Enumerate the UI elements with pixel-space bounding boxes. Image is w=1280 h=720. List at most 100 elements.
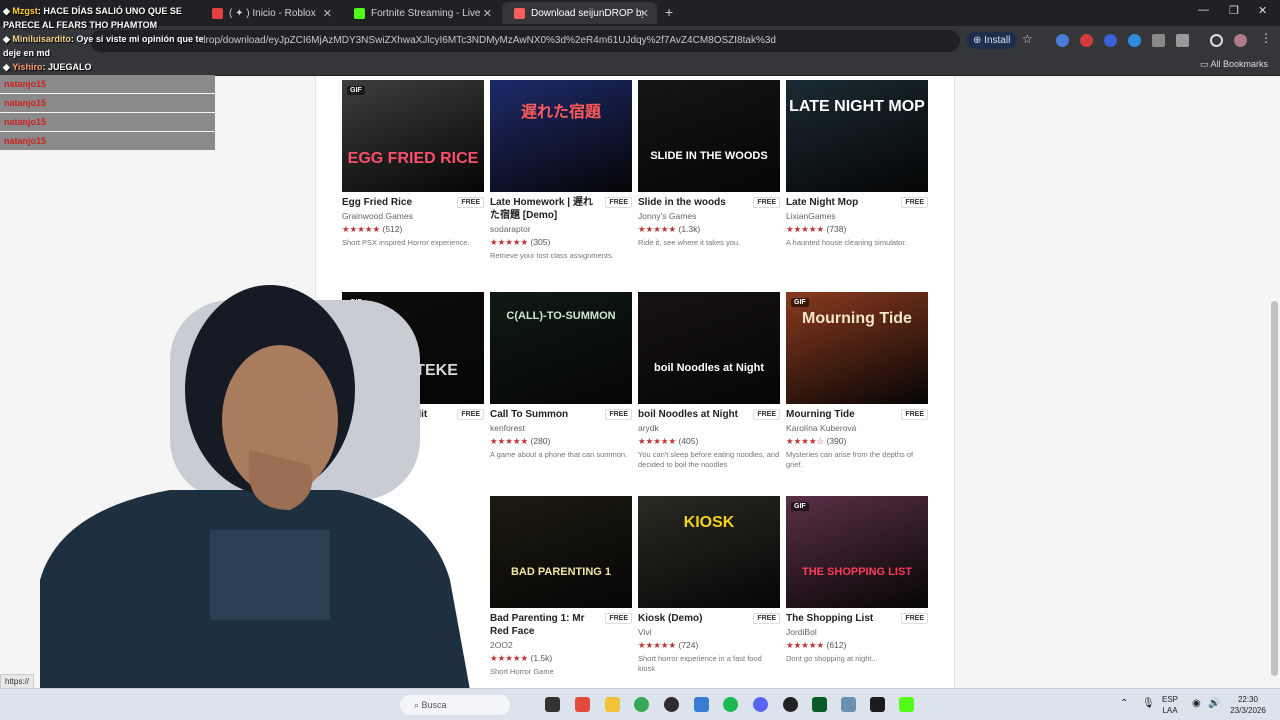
tab-kick[interactable]: Fortnite Streaming - Live Strea ✕ — [342, 2, 500, 24]
wifi-icon[interactable]: ◉ — [1192, 698, 1201, 709]
kick-icon — [354, 7, 365, 19]
microphone-icon[interactable]: 🎙 — [1142, 698, 1155, 709]
rating: ★★★★★ (280) — [490, 436, 632, 447]
close-window-icon[interactable]: ✕ — [1258, 4, 1267, 17]
game-thumbnail[interactable]: GIF THE SHOPPING LIST — [786, 496, 928, 608]
itch-icon — [514, 7, 525, 19]
install-button[interactable]: ⊕ Install — [966, 32, 1018, 49]
tab-roblox[interactable]: ( ✦ ) Inicio - Roblox ✕ — [200, 2, 340, 24]
game-card[interactable]: GIF EGG FRIED RICE Egg Fried Rice FREE Grain… — [342, 80, 484, 248]
url-field[interactable]: drop/download/eyJpZCI6MjAzMDY3NSwiZXhwaX… — [90, 30, 960, 52]
game-thumbnail[interactable]: LATE NIGHT MOP — [786, 80, 928, 192]
tab-label: Download seijunDROP by Asp — [531, 7, 643, 19]
game-card[interactable]: 遅れた宿題 Late Homework | 遅れた宿題 [Demo] FREE sod… — [490, 80, 632, 261]
extension-icon[interactable] — [1080, 34, 1093, 47]
game-title[interactable]: boil Noodles at Night — [638, 408, 748, 421]
chrome-icon[interactable] — [634, 697, 649, 712]
gif-badge: GIF — [791, 502, 809, 511]
star-icons: ★★★★★ — [490, 653, 529, 663]
game-author[interactable]: LixianGames — [786, 211, 928, 221]
menu-icon[interactable]: ⋮ — [1260, 31, 1273, 45]
folder-icon[interactable] — [605, 697, 620, 712]
clock[interactable]: 22:30 23/3/2026 — [1228, 694, 1268, 716]
game-thumbnail[interactable]: KIOSK — [638, 496, 780, 608]
game-title[interactable]: Kiosk (Demo) — [638, 612, 748, 625]
task-view-icon[interactable] — [545, 697, 560, 712]
game-title[interactable]: Egg Fried Rice — [342, 196, 452, 209]
game-author[interactable]: sodaraptor — [490, 224, 632, 234]
game-card[interactable]: boil Noodles at Night boil Noodles at Nig… — [638, 292, 780, 470]
extension-icon[interactable] — [1056, 34, 1069, 47]
rating-count: (738) — [826, 224, 847, 234]
gif-badge: GIF — [347, 86, 365, 95]
taskbar-search[interactable]: ⌕ Busca — [400, 695, 510, 715]
avatar[interactable] — [1234, 34, 1247, 47]
game-thumbnail[interactable]: BAD PARENTING 1 — [490, 496, 632, 608]
close-icon[interactable]: ✕ — [483, 7, 492, 20]
star-icons: ★★★★★ — [638, 436, 677, 446]
game-title[interactable]: Late Night Mop — [786, 196, 896, 209]
tab-itch-download[interactable]: Download seijunDROP by Asp ✕ — [502, 2, 657, 24]
game-author[interactable]: Vivi — [638, 627, 780, 637]
game-thumbnail[interactable]: C(ALL)-TO-SUMMON — [490, 292, 632, 404]
game-card[interactable]: LATE NIGHT MOP Late Night Mop FREE LixianGa… — [786, 80, 928, 248]
game-thumbnail[interactable]: SLIDE IN THE WOODS — [638, 80, 780, 192]
game-author[interactable]: Grainwood Games — [342, 211, 484, 221]
minimize-icon[interactable]: — — [1198, 4, 1209, 16]
app-icon[interactable] — [812, 697, 827, 712]
game-title[interactable]: Bad Parenting 1: Mr Red Face — [490, 612, 600, 638]
game-title[interactable]: The Shopping List — [786, 612, 896, 625]
game-author[interactable]: Jonny's Games — [638, 211, 780, 221]
all-bookmarks-button[interactable]: ▭ All Bookmarks — [1200, 59, 1268, 70]
calculator-icon[interactable] — [841, 697, 856, 712]
extension-icon[interactable] — [1128, 34, 1141, 47]
game-title[interactable]: Mourning Tide — [786, 408, 896, 421]
game-title[interactable]: Late Homework | 遅れた宿題 [Demo] — [490, 196, 600, 222]
chevron-up-icon[interactable]: ⌃ — [1120, 698, 1128, 709]
game-author[interactable]: 2OO2 — [490, 640, 632, 650]
game-card[interactable]: KIOSK Kiosk (Demo) FREE Vivi ★★★★★ (724) Shor… — [638, 496, 780, 674]
new-tab-icon[interactable]: + — [665, 4, 673, 20]
discord-icon[interactable] — [753, 697, 768, 712]
taskbar: ⌕ Busca ⌃ 🎙 ESP LAA ◉ 🔊 22:30 23/3/2026 — [0, 688, 1280, 720]
spotify-icon[interactable] — [723, 697, 738, 712]
game-card[interactable]: GIF THE SHOPPING LIST The Shopping List FRE… — [786, 496, 928, 664]
close-icon[interactable]: ✕ — [323, 7, 332, 20]
extension-icon[interactable] — [1152, 34, 1165, 47]
scrollbar[interactable] — [1271, 301, 1278, 676]
game-author[interactable]: JordiBol — [786, 627, 928, 637]
game-card[interactable]: BAD PARENTING 1 Bad Parenting 1: Mr Red F… — [490, 496, 632, 677]
volume-icon[interactable]: 🔊 — [1208, 698, 1220, 709]
rating: ★★★★★ (738) — [786, 224, 928, 235]
game-thumbnail[interactable]: GIF Mourning Tide — [786, 292, 928, 404]
game-card[interactable]: C(ALL)-TO-SUMMON Call To Summon FREE kenfor… — [490, 292, 632, 460]
rating-count: (390) — [826, 436, 847, 446]
extension-icon[interactable] — [1104, 34, 1117, 47]
app-icon[interactable] — [664, 697, 679, 712]
game-title[interactable]: Call To Summon — [490, 408, 600, 421]
date: 23/3/2026 — [1230, 706, 1266, 715]
puzzle-icon[interactable] — [1176, 34, 1189, 47]
close-icon[interactable]: ✕ — [640, 7, 649, 20]
game-thumbnail[interactable]: 遅れた宿題 — [490, 80, 632, 192]
epic-games-icon[interactable] — [870, 697, 885, 712]
game-thumbnail[interactable]: boil Noodles at Night — [638, 292, 780, 404]
price-badge: FREE — [753, 409, 780, 420]
download-icon[interactable] — [1210, 34, 1223, 47]
game-card[interactable]: GIF Mourning Tide Mourning Tide FREE Karolín… — [786, 292, 928, 470]
app-icon[interactable] — [575, 697, 590, 712]
game-title[interactable]: Slide in the woods — [638, 196, 748, 209]
bookmark-star-icon[interactable]: ☆ — [1022, 32, 1035, 46]
kick-icon[interactable] — [899, 697, 914, 712]
game-author[interactable]: kenforest — [490, 423, 632, 433]
language-indicator[interactable]: ESP LAA — [1162, 694, 1178, 716]
thumbnail-title: LATE NIGHT MOP — [789, 98, 925, 115]
app-icon[interactable] — [783, 697, 798, 712]
game-card[interactable]: SLIDE IN THE WOODS Slide in the woods FREE… — [638, 80, 780, 248]
maximize-icon[interactable]: ❐ — [1229, 4, 1239, 17]
game-author[interactable]: arydk — [638, 423, 780, 433]
game-author[interactable]: Karolína Kuberová — [786, 423, 928, 433]
app-icon[interactable] — [694, 697, 709, 712]
tab-label: ( ✦ ) Inicio - Roblox — [229, 7, 316, 19]
game-thumbnail[interactable]: GIF EGG FRIED RICE — [342, 80, 484, 192]
